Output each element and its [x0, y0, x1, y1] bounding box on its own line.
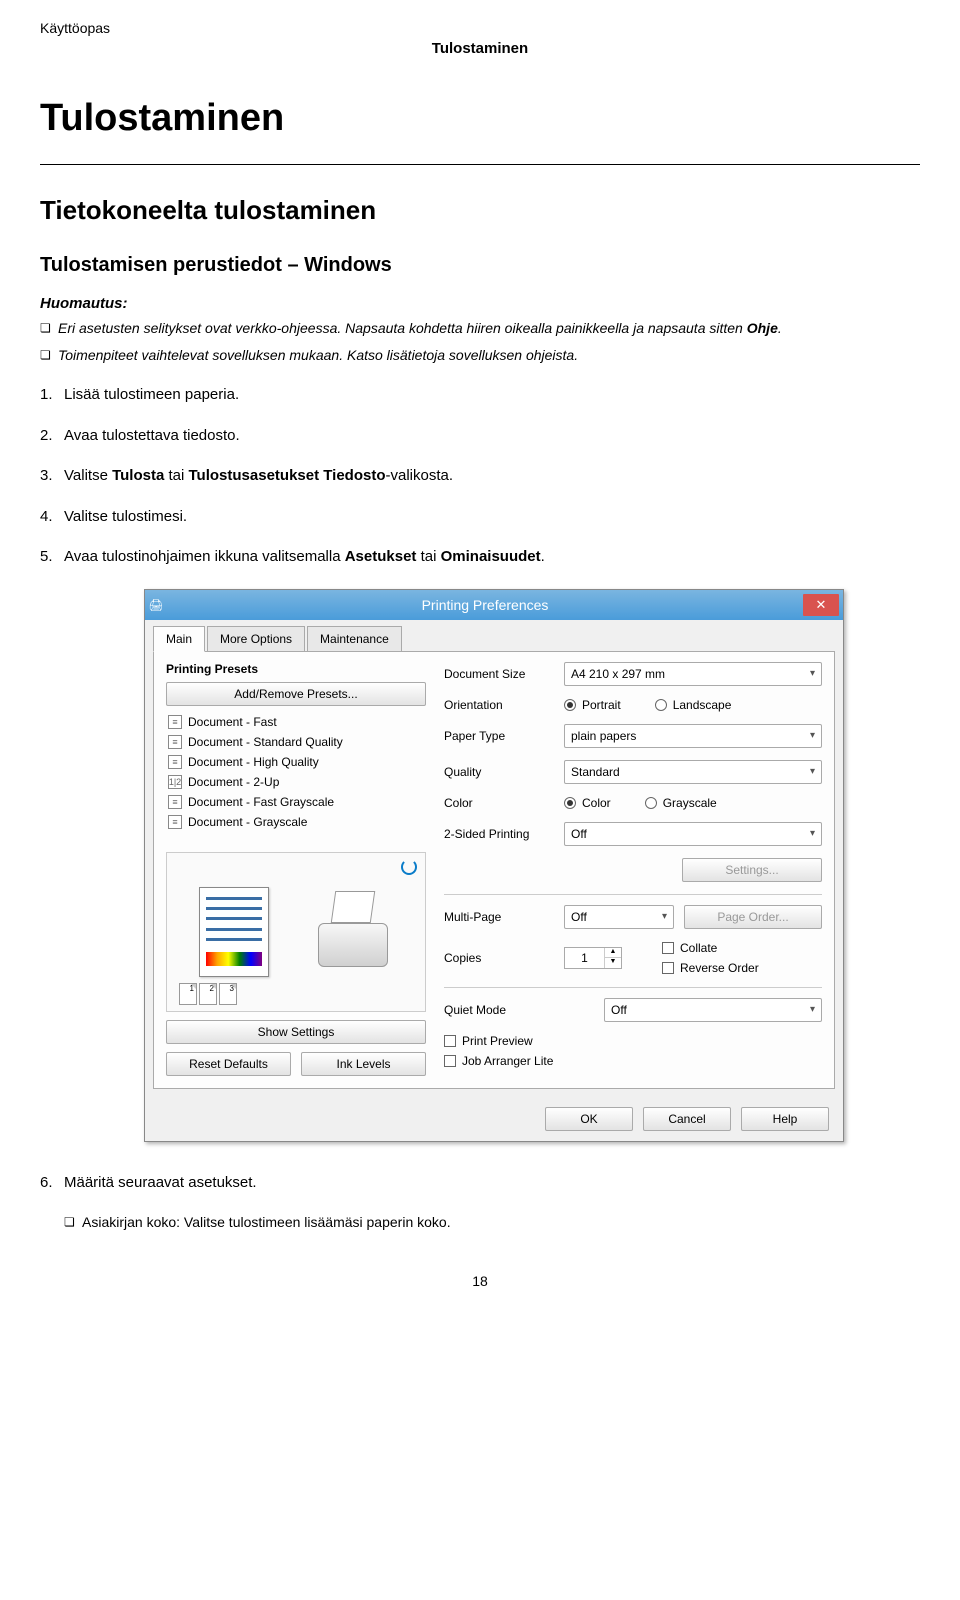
chevron-down-icon: ▾: [810, 668, 815, 679]
manual-name: Käyttöopas: [40, 20, 920, 36]
radio-landscape[interactable]: Landscape: [655, 698, 732, 712]
step-3: 3.Valitse Tulosta tai Tulostusasetukset …: [40, 465, 920, 488]
spin-down-icon[interactable]: ▼: [605, 958, 621, 968]
preview-panel: 123: [166, 852, 426, 1012]
close-button[interactable]: ✕: [803, 594, 839, 616]
document-icon: ≡: [168, 795, 182, 809]
label-quality: Quality: [444, 765, 554, 779]
chevron-down-icon: ▾: [810, 828, 815, 839]
document-icon: ≡: [168, 735, 182, 749]
radio-portrait[interactable]: Portrait: [564, 698, 621, 712]
step-5: 5.Avaa tulostinohjaimen ikkuna valitsema…: [40, 546, 920, 569]
list-item[interactable]: ≡Document - Standard Quality: [166, 732, 426, 752]
label-color: Color: [444, 796, 554, 810]
list-item[interactable]: ≡Document - Fast: [166, 712, 426, 732]
close-icon: ✕: [816, 597, 827, 613]
select-multi-page[interactable]: Off▾: [564, 905, 674, 929]
tab-more-options[interactable]: More Options: [207, 626, 305, 652]
refresh-icon[interactable]: [401, 859, 417, 875]
label-two-sided: 2-Sided Printing: [444, 827, 554, 841]
chevron-down-icon: ▾: [810, 1004, 815, 1015]
list-item[interactable]: 1|2Document - 2-Up: [166, 772, 426, 792]
printer-icon: [313, 897, 393, 967]
reset-defaults-button[interactable]: Reset Defaults: [166, 1052, 291, 1076]
check-collate[interactable]: Collate: [662, 941, 717, 955]
add-remove-presets-button[interactable]: Add/Remove Presets...: [166, 682, 426, 706]
note-bullet: Eri asetusten selitykset ovat verkko-ohj…: [40, 318, 920, 339]
select-two-sided[interactable]: Off▾: [564, 822, 822, 846]
step-4: 4.Valitse tulostimesi.: [40, 506, 920, 529]
tab-content: Printing Presets Add/Remove Presets... ≡…: [153, 651, 835, 1089]
presets-label: Printing Presets: [166, 662, 426, 676]
radio-color[interactable]: Color: [564, 796, 611, 810]
document-icon: ≡: [168, 715, 182, 729]
step6-bullet: Asiakirjan koko: Valitse tulostimeen lis…: [64, 1212, 920, 1233]
preview-page-icon: [199, 887, 269, 977]
list-item[interactable]: ≡Document - Fast Grayscale: [166, 792, 426, 812]
dialog-titlebar: 🖨 Printing Preferences ✕: [145, 590, 843, 620]
label-copies: Copies: [444, 951, 554, 965]
label-orientation: Orientation: [444, 698, 554, 712]
label-document-size: Document Size: [444, 667, 554, 681]
select-quality[interactable]: Standard▾: [564, 760, 822, 784]
cancel-button[interactable]: Cancel: [643, 1107, 731, 1131]
note-bullet: Toimenpiteet vaihtelevat sovelluksen muk…: [40, 345, 920, 366]
note-label: Huomautus:: [40, 295, 920, 312]
chevron-down-icon: ▾: [810, 766, 815, 777]
heading-h1: Tulostaminen: [40, 97, 920, 140]
select-quiet-mode[interactable]: Off▾: [604, 998, 822, 1022]
dialog-title: Printing Preferences: [167, 597, 803, 613]
list-item[interactable]: ≡Document - Grayscale: [166, 812, 426, 832]
check-print-preview[interactable]: Print Preview: [444, 1034, 822, 1048]
select-document-size[interactable]: A4 210 x 297 mm▾: [564, 662, 822, 686]
show-settings-button[interactable]: Show Settings: [166, 1020, 426, 1044]
step-2: 2.Avaa tulostettava tiedosto.: [40, 425, 920, 448]
heading-h2: Tietokoneelta tulostaminen: [40, 195, 920, 226]
step-6: 6.Määritä seuraavat asetukset.: [40, 1172, 920, 1195]
spin-copies[interactable]: 1 ▲▼: [564, 947, 622, 969]
select-paper-type[interactable]: plain papers▾: [564, 724, 822, 748]
ok-button[interactable]: OK: [545, 1107, 633, 1131]
document-icon: ≡: [168, 755, 182, 769]
heading-h3: Tulostamisen perustiedot – Windows: [40, 254, 920, 277]
check-reverse-order[interactable]: Reverse Order: [662, 961, 759, 975]
tab-bar: Main More Options Maintenance: [145, 620, 843, 652]
list-item[interactable]: ≡Document - High Quality: [166, 752, 426, 772]
check-job-arranger[interactable]: Job Arranger Lite: [444, 1054, 822, 1068]
help-button[interactable]: Help: [741, 1107, 829, 1131]
printer-icon: 🖨: [145, 598, 167, 612]
dialog-footer: OK Cancel Help: [145, 1097, 843, 1141]
heading-rule: [40, 164, 920, 165]
spin-up-icon[interactable]: ▲: [605, 948, 621, 959]
chevron-down-icon: ▾: [810, 730, 815, 741]
two-up-icon: 1|2: [168, 775, 182, 789]
settings-button[interactable]: Settings...: [682, 858, 822, 882]
step-1: 1.Lisää tulostimeen paperia.: [40, 384, 920, 407]
tab-maintenance[interactable]: Maintenance: [307, 626, 402, 652]
label-paper-type: Paper Type: [444, 729, 554, 743]
page-order-button[interactable]: Page Order...: [684, 905, 822, 929]
printing-preferences-dialog: 🖨 Printing Preferences ✕ Main More Optio…: [144, 589, 844, 1142]
ink-levels-button[interactable]: Ink Levels: [301, 1052, 426, 1076]
tab-main[interactable]: Main: [153, 626, 205, 652]
label-multi-page: Multi-Page: [444, 910, 554, 924]
chevron-down-icon: ▾: [662, 911, 667, 922]
document-icon: ≡: [168, 815, 182, 829]
page-stack-icon: 123: [179, 983, 237, 1005]
label-quiet-mode: Quiet Mode: [444, 1003, 594, 1017]
preset-list: ≡Document - Fast ≡Document - Standard Qu…: [166, 712, 426, 832]
page-number: 18: [40, 1273, 920, 1289]
section-title: Tulostaminen: [40, 40, 920, 57]
radio-grayscale[interactable]: Grayscale: [645, 796, 717, 810]
